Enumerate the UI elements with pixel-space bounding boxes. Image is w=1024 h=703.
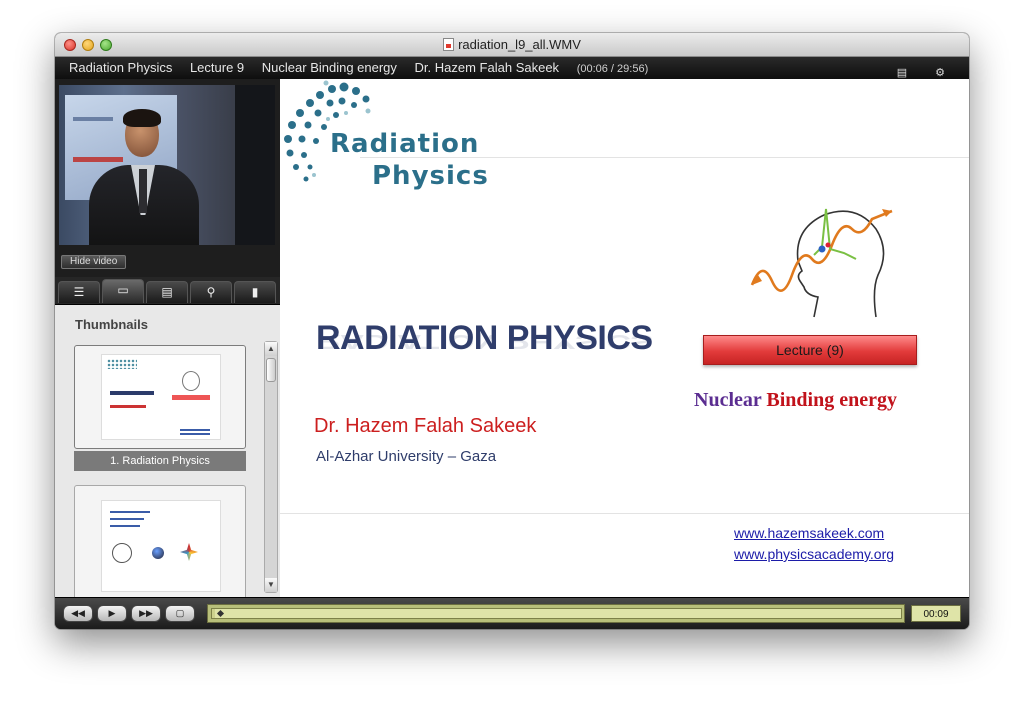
logo-text-physics: Physics [372, 161, 489, 191]
tab-notes[interactable]: ▤ [146, 281, 188, 303]
thumbnails-scrollbar[interactable]: ▲ ▼ [264, 341, 278, 593]
video-background [235, 85, 275, 245]
topic-name: Nuclear Binding energy [261, 60, 397, 75]
sidebar-tabs: ☰ ▭ ▤ ⚲ ▮ [55, 277, 280, 305]
scroll-up-icon[interactable]: ▲ [265, 342, 277, 356]
seek-fill [212, 609, 216, 618]
scroll-down-icon[interactable]: ▼ [265, 578, 277, 592]
title-bar[interactable]: radiation_l9_all.WMV [55, 33, 969, 57]
presentation-time: (00:06 / 29:56) [576, 63, 649, 75]
thumbnail-preview [101, 500, 221, 592]
lecture-subject: Nuclear Binding energy [694, 389, 897, 412]
rewind-button[interactable]: ◀◀ [63, 605, 93, 622]
hide-video-button[interactable]: Hide video [61, 255, 127, 269]
slide-thumbnail-1[interactable] [74, 345, 246, 449]
presenter-name: Dr. Hazem Falah Sakeek [414, 60, 560, 75]
website-link-2[interactable]: www.physicsacademy.org [734, 546, 894, 562]
seek-handle[interactable] [216, 609, 225, 618]
play-button[interactable]: ▶ [97, 605, 127, 622]
search-icon: ⚲ [206, 285, 216, 299]
playback-controls: ◀◀ ▶ ▶▶ ▢ 00:09 [55, 597, 969, 629]
lecture-number-badge: Lecture (9) [703, 335, 917, 365]
subject-part-1: Nuclear [694, 389, 762, 411]
website-link-1[interactable]: www.hazemsakeek.com [734, 525, 884, 541]
thumbnail-caption-1[interactable]: 1. Radiation Physics [74, 451, 246, 471]
left-panel: Hide video ☰ ▭ ▤ ⚲ ▮ Thumbnails 1. Radia… [55, 79, 280, 597]
thumbnail-preview [101, 354, 221, 440]
subject-part-2: Binding energy [766, 389, 897, 411]
head-radiation-illustration [750, 208, 893, 318]
tab-outline[interactable]: ☰ [58, 281, 100, 303]
elapsed-time: 00:09 [911, 605, 961, 622]
presentation-info-bar: Radiation Physics Lecture 9 Nuclear Bind… [55, 57, 969, 79]
fullscreen-button[interactable]: ▢ [165, 605, 195, 622]
logo-text-radiation: Radiation [330, 129, 480, 159]
author-name: Dr. Hazem Falah Sakeek [314, 415, 537, 437]
slide-thumbnail-2[interactable] [74, 485, 246, 597]
seek-track[interactable] [211, 608, 902, 619]
list-icon: ☰ [73, 285, 85, 299]
player-window: radiation_l9_all.WMV Radiation Physics L… [55, 33, 969, 629]
slide-view: Radiation Physics RADIATION PHYSICS RADI… [280, 79, 969, 597]
tab-search[interactable]: ⚲ [190, 281, 232, 303]
lecture-name: Lecture 9 [189, 60, 245, 75]
tab-thumbnails[interactable]: ▭ [102, 279, 144, 303]
thumbnails-heading: Thumbnails [75, 317, 148, 332]
window-title: radiation_l9_all.WMV [55, 37, 969, 52]
tab-attachments[interactable]: ▮ [234, 281, 276, 303]
author-affiliation: Al-Azhar University – Gaza [316, 448, 497, 465]
window-title-text: radiation_l9_all.WMV [458, 37, 581, 52]
scroll-thumb[interactable] [266, 358, 276, 382]
slide-title-reflection: RADIATION PHYSICS [316, 330, 653, 353]
video-file-icon [443, 38, 455, 51]
notes-icon: ▤ [161, 285, 173, 299]
slide-icon: ▭ [117, 283, 129, 297]
presenter-video[interactable] [59, 85, 275, 245]
seek-bar[interactable] [207, 604, 905, 623]
course-name: Radiation Physics [69, 60, 173, 75]
attachment-icon: ▮ [251, 285, 259, 299]
fast-forward-button[interactable]: ▶▶ [131, 605, 161, 622]
thumbnails-pane: Thumbnails 1. Radiation Physics ▲ ▼ [55, 305, 280, 597]
